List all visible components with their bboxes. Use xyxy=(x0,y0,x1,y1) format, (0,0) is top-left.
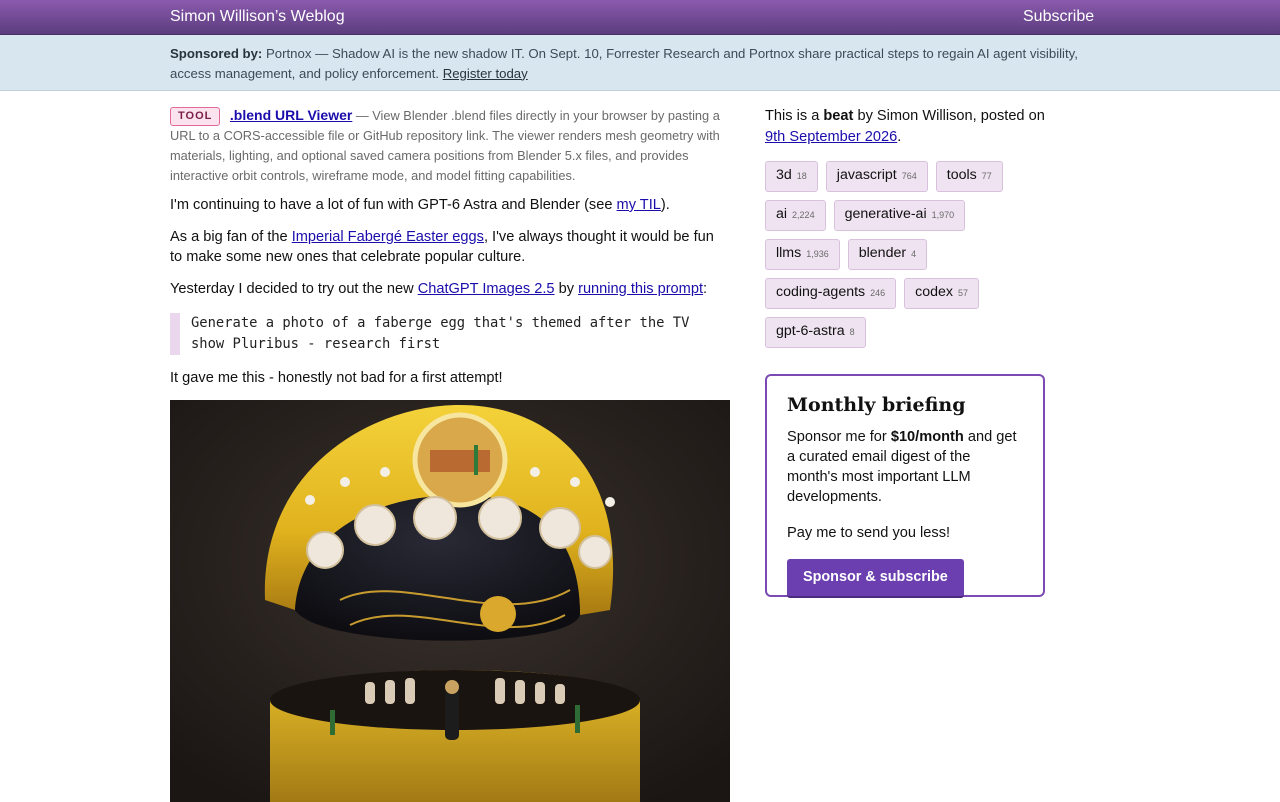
prompt-quote: Generate a photo of a faberge egg that's… xyxy=(170,313,730,355)
briefing-text: Sponsor me for $10/month and get a curat… xyxy=(787,427,1023,507)
tag-label: ai xyxy=(776,206,788,222)
post-paragraph-4: It gave me this - honestly not bad for a… xyxy=(170,370,503,386)
tag-label: gpt-6-astra xyxy=(776,323,845,339)
monthly-briefing-box: Monthly briefing Sponsor me for $10/mont… xyxy=(765,374,1045,598)
briefing-price: $10/month xyxy=(890,429,964,445)
site-header: Simon Willison’s Weblog Subscribe xyxy=(0,0,1280,35)
tag-ai[interactable]: ai 2,224 xyxy=(765,200,826,231)
tag-label: tools xyxy=(946,167,977,183)
site-title-link[interactable]: Simon Willison’s Weblog xyxy=(170,8,345,26)
tag-count: 764 xyxy=(901,171,917,181)
tool-badge: TOOL xyxy=(170,107,221,126)
post-meta: This is a beat by Simon Willison, posted… xyxy=(765,106,1055,148)
tag-count: 8 xyxy=(849,327,855,337)
tag-count: 1,936 xyxy=(806,249,829,259)
tag-generative-ai[interactable]: generative-ai 1,970 xyxy=(833,200,966,231)
tag-tools[interactable]: tools 77 xyxy=(935,161,1003,192)
briefing-text-before: Sponsor me for xyxy=(787,429,891,445)
faberge-egg-illustration xyxy=(170,400,730,802)
tag-codex[interactable]: codex 57 xyxy=(904,278,980,309)
tag-label: javascript xyxy=(836,167,897,183)
p3-end: : xyxy=(703,281,708,297)
p3-text: Yesterday I decided to try out the new xyxy=(170,281,418,297)
briefing-title: Monthly briefing xyxy=(787,394,966,416)
p3-mid: by xyxy=(554,281,579,297)
tag-blender[interactable]: blender 4 xyxy=(847,239,928,270)
tag-count: 2,224 xyxy=(792,210,815,220)
tag-javascript[interactable]: javascript 764 xyxy=(825,161,928,192)
meta-beat: beat xyxy=(823,108,854,124)
tag-count: 77 xyxy=(981,171,992,181)
tag-gpt-6-astra[interactable]: gpt-6-astra 8 xyxy=(765,317,866,348)
p2-text: As a big fan of the xyxy=(170,229,292,245)
tag-label: codex xyxy=(915,284,954,300)
subscribe-link[interactable]: Subscribe xyxy=(1023,8,1094,26)
tag-label: coding-agents xyxy=(776,284,866,300)
running-prompt-link[interactable]: running this prompt xyxy=(578,281,703,297)
sponsor-banner: Sponsored by: Portnox — Shadow AI is the… xyxy=(0,35,1280,91)
tag-coding-agents[interactable]: coding-agents 246 xyxy=(765,278,897,309)
tag-llms[interactable]: llms 1,936 xyxy=(765,239,840,270)
tag-count: 18 xyxy=(796,171,807,181)
tool-title-link[interactable]: .blend URL Viewer xyxy=(230,107,352,123)
tool-entry: TOOL .blend URL Viewer — View Blender .b… xyxy=(170,105,730,186)
main-column: TOOL .blend URL Viewer — View Blender .b… xyxy=(170,105,730,802)
post-paragraph-2: As a big fan of the Imperial Fabergé Eas… xyxy=(170,227,730,267)
post-paragraph-3: Yesterday I decided to try out the new C… xyxy=(170,279,730,299)
my-til-link[interactable]: my TIL xyxy=(617,197,661,213)
tag-list: 3d 18 javascript 764 tools 77 ai 2,224 gener… xyxy=(765,161,1025,348)
sidebar: This is a beat by Simon Willison, posted… xyxy=(765,106,1055,598)
tag-label: blender xyxy=(858,245,907,261)
sponsor-lead: Sponsored by: xyxy=(170,46,263,61)
meta-middle: by Simon Willison, posted on xyxy=(853,108,1045,124)
chatgpt-images-link[interactable]: ChatGPT Images 2.5 xyxy=(418,281,555,297)
register-today-link[interactable]: Register today xyxy=(443,66,528,81)
tag-count: 1,970 xyxy=(931,210,955,220)
tag-count: 246 xyxy=(870,288,886,298)
post-date-link[interactable]: 9th September 2026 xyxy=(765,129,897,145)
faberge-eggs-link[interactable]: Imperial Fabergé Easter eggs xyxy=(292,229,484,245)
post-paragraph-1: I'm continuing to have a lot of fun with… xyxy=(170,195,730,215)
meta-end: . xyxy=(897,129,902,145)
p1-text: I'm continuing to have a lot of fun with… xyxy=(170,197,617,213)
briefing-tagline: Pay me to send you less! xyxy=(787,525,951,541)
tag-count: 57 xyxy=(958,288,969,298)
p1-end: ). xyxy=(660,197,670,213)
tag-3d[interactable]: 3d 18 xyxy=(765,161,818,192)
meta-prefix: This is a xyxy=(765,108,824,124)
faberge-egg-image xyxy=(170,400,730,802)
sponsor-subscribe-button[interactable]: Sponsor & subscribe xyxy=(787,559,964,598)
tag-count: 4 xyxy=(911,249,917,259)
tag-label: 3d xyxy=(776,167,792,183)
tag-label: llms xyxy=(776,245,802,261)
sponsor-text: Portnox — Shadow AI is the new shadow IT… xyxy=(170,46,1078,81)
tag-label: generative-ai xyxy=(844,206,927,222)
